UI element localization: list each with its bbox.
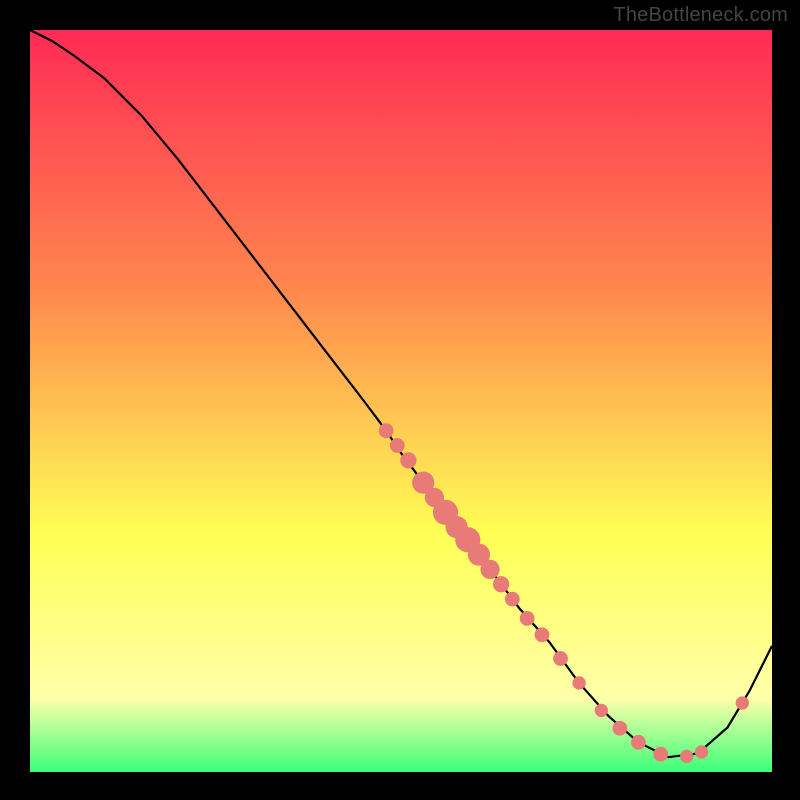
highlight-marker (736, 696, 749, 709)
chart-plot (30, 30, 772, 772)
highlight-marker (572, 676, 585, 689)
chart-svg (30, 30, 772, 772)
highlight-marker (390, 438, 405, 453)
highlight-marker (595, 704, 608, 717)
watermark-text: TheBottleneck.com (613, 4, 788, 27)
highlight-marker (553, 651, 568, 666)
highlight-marker (631, 735, 646, 750)
highlight-marker (535, 627, 550, 642)
gradient-bg (30, 30, 772, 772)
highlight-marker (653, 747, 668, 762)
chart-frame: TheBottleneck.com (0, 0, 800, 800)
highlight-marker (612, 721, 627, 736)
highlight-marker (493, 576, 509, 592)
highlight-marker (695, 745, 708, 758)
highlight-marker (505, 592, 520, 607)
highlight-marker (400, 452, 416, 468)
highlight-marker (480, 560, 499, 579)
highlight-marker (680, 750, 693, 763)
highlight-marker (379, 423, 394, 438)
highlight-marker (520, 611, 535, 626)
